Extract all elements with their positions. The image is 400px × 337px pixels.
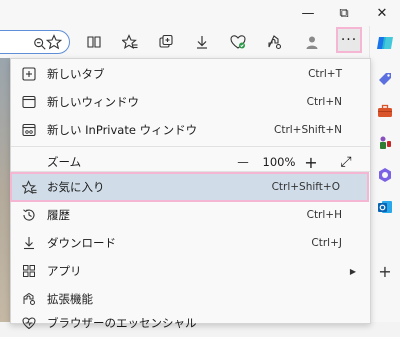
extensions-puzzle-icon — [21, 291, 37, 307]
menu-item-shortcut: Ctrl+N — [306, 96, 342, 108]
copilot-icon[interactable] — [376, 34, 394, 52]
settings-menu: 新しいタブ Ctrl+T 新しいウィンドウ Ctrl+N 新しい InPriva… — [10, 58, 371, 330]
fullscreen-button[interactable]: ⤢ — [336, 152, 356, 172]
read-aloud-icon[interactable] — [82, 30, 106, 54]
menu-item-shortcut: Ctrl+Shift+N — [274, 124, 342, 136]
menu-item-favorites[interactable]: お気に入り Ctrl+Shift+O — [10, 172, 369, 202]
browser-essentials-heart-icon — [21, 315, 37, 331]
menu-item-label: 新しい InPrivate ウィンドウ — [47, 123, 198, 137]
downloads-icon[interactable] — [190, 30, 214, 54]
history-clock-icon — [21, 207, 37, 223]
close-button[interactable]: ✕ — [370, 4, 394, 22]
menu-item-downloads[interactable]: ダウンロード Ctrl+J — [11, 229, 370, 257]
shopping-tag-icon[interactable] — [376, 70, 394, 88]
menu-item-shortcut: Ctrl+Shift+O — [271, 181, 340, 193]
add-sidebar-app-icon[interactable]: + — [376, 262, 394, 281]
profile-icon[interactable] — [300, 30, 324, 54]
menu-item-browser-essentials[interactable]: ブラウザーのエッセンシャル — [11, 309, 370, 337]
games-icon[interactable] — [376, 134, 394, 152]
menu-item-new-window[interactable]: 新しいウィンドウ Ctrl+N — [11, 88, 370, 116]
tab-actions-icon[interactable] — [154, 30, 178, 54]
menu-item-shortcut: Ctrl+J — [311, 237, 342, 249]
menu-item-label: ブラウザーのエッセンシャル — [47, 316, 197, 330]
downloads-icon — [21, 235, 37, 251]
zoom-in-button[interactable]: + — [301, 152, 321, 172]
favorites-star-icon[interactable] — [118, 30, 142, 54]
menu-item-label: 新しいタブ — [47, 67, 105, 81]
browser-toolbar: ··· — [0, 26, 400, 59]
favorites-star-icon — [21, 179, 37, 195]
menu-separator — [11, 171, 370, 172]
add-favorite-star-icon[interactable] — [42, 30, 66, 54]
zoom-out-button[interactable]: — — [233, 152, 253, 172]
restore-button[interactable]: ⧉ — [332, 4, 356, 22]
menu-item-shortcut: Ctrl+T — [308, 68, 342, 80]
outlook-icon[interactable] — [376, 198, 394, 216]
new-window-icon — [21, 94, 37, 110]
inprivate-window-icon — [21, 122, 37, 138]
settings-and-more-button[interactable]: ··· — [336, 27, 362, 53]
edge-sidebar: + — [369, 26, 400, 322]
menu-item-apps[interactable]: アプリ ▶ — [11, 257, 370, 285]
extensions-icon[interactable] — [262, 30, 286, 54]
menu-item-label: ダウンロード — [47, 236, 116, 250]
menu-item-label: 新しいウィンドウ — [47, 95, 139, 109]
minimize-button[interactable]: — — [296, 4, 320, 22]
new-tab-icon — [21, 66, 37, 82]
menu-item-new-inprivate-window[interactable]: 新しい InPrivate ウィンドウ Ctrl+Shift+N — [11, 116, 370, 144]
menu-item-label: 履歴 — [47, 208, 70, 222]
zoom-label: ズーム — [47, 155, 82, 169]
menu-item-label: アプリ — [47, 264, 82, 278]
microsoft-365-icon[interactable] — [376, 166, 394, 184]
menu-item-label: 拡張機能 — [47, 292, 93, 306]
tools-briefcase-icon[interactable] — [376, 102, 394, 120]
menu-item-shortcut: Ctrl+H — [306, 209, 342, 221]
browser-essentials-icon[interactable] — [226, 30, 250, 54]
title-bar: — ⧉ ✕ — [0, 0, 400, 26]
menu-item-label: お気に入り — [47, 180, 105, 194]
zoom-level-value: 100% — [262, 155, 296, 169]
apps-grid-icon — [21, 263, 37, 279]
menu-item-new-tab[interactable]: 新しいタブ Ctrl+T — [11, 60, 370, 88]
menu-item-history[interactable]: 履歴 Ctrl+H — [11, 201, 370, 229]
submenu-arrow-icon: ▶ — [349, 266, 356, 276]
